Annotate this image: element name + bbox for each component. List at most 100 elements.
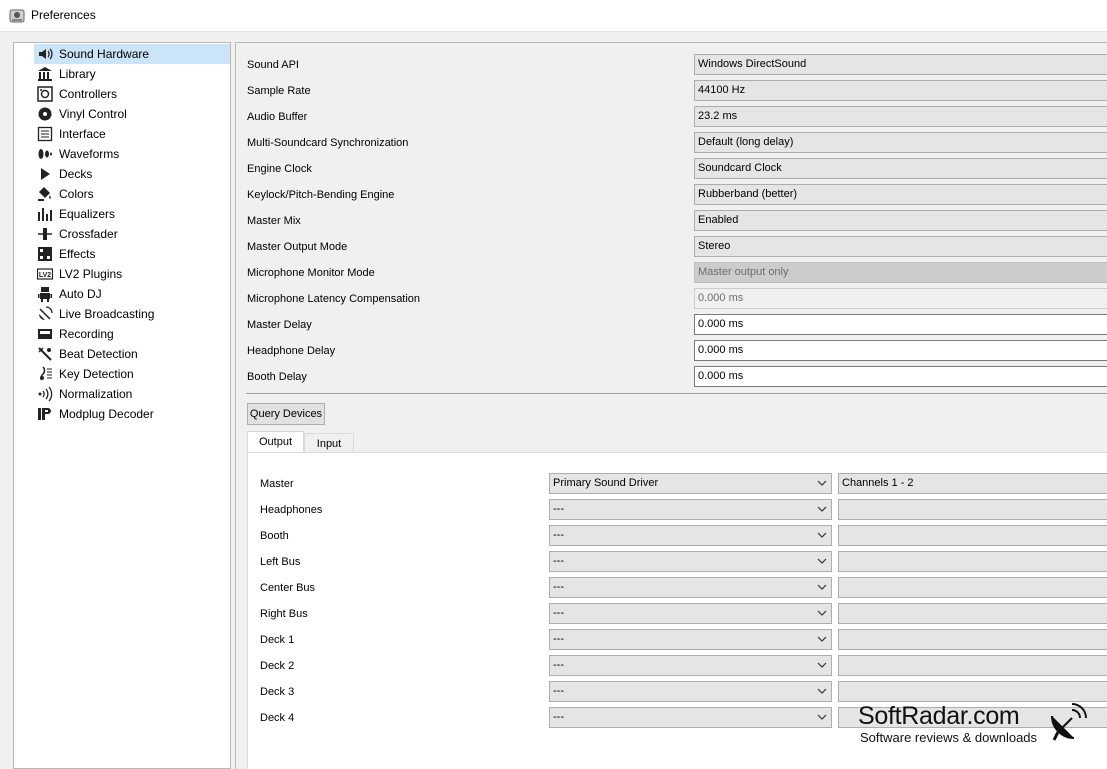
- deck-1-device-select[interactable]: ---: [549, 629, 832, 650]
- paint-bucket-icon: [37, 186, 53, 202]
- sidebar-item-recording[interactable]: Recording: [34, 324, 230, 344]
- sidebar-item-lv2-plugins[interactable]: LV2 LV2 Plugins: [34, 264, 230, 284]
- chevron-down-icon: [817, 506, 827, 512]
- keylock-engine-label: Keylock/Pitch-Bending Engine: [247, 189, 395, 201]
- deck-2-device-select[interactable]: ---: [549, 655, 832, 676]
- sync-label: Multi-Soundcard Synchronization: [247, 137, 409, 149]
- sidebar-item-crossfader[interactable]: Crossfader: [34, 224, 230, 244]
- audio-buffer-select[interactable]: 23.2 ms: [694, 106, 1107, 127]
- crossfader-icon: [37, 226, 53, 242]
- svg-text:LV2: LV2: [39, 272, 51, 279]
- app-icon: [9, 9, 25, 23]
- master-delay-label: Master Delay: [247, 319, 312, 331]
- sidebar-item-label: Live Broadcasting: [59, 307, 155, 321]
- booth-device-select[interactable]: ---: [549, 525, 832, 546]
- device-value: Primary Sound Driver: [553, 477, 659, 489]
- sidebar-item-label: Vinyl Control: [59, 107, 127, 121]
- master-delay-field[interactable]: 0.000 ms: [694, 314, 1107, 335]
- booth-channels-select[interactable]: [838, 525, 1107, 546]
- waveform-icon: [37, 146, 53, 162]
- center-bus-channels-select[interactable]: [838, 577, 1107, 598]
- beat-detection-icon: [37, 346, 53, 362]
- lv2-icon: LV2: [37, 266, 53, 282]
- engine-clock-label: Engine Clock: [247, 163, 312, 175]
- sidebar-item-waveforms[interactable]: Waveforms: [34, 144, 230, 164]
- softradar-watermark: SoftRadar.com Software reviews & downloa…: [858, 702, 1098, 752]
- headphones-device-select[interactable]: ---: [549, 499, 832, 520]
- booth-delay-field[interactable]: 0.000 ms: [694, 366, 1107, 387]
- chevron-down-icon: [817, 636, 827, 642]
- output-label-deck-1: Deck 1: [260, 634, 295, 646]
- sidebar-item-label: Normalization: [59, 387, 133, 401]
- headphones-channels-select[interactable]: [838, 499, 1107, 520]
- sidebar-item-live-broadcasting[interactable]: Live Broadcasting: [34, 304, 230, 324]
- sidebar-item-modplug-decoder[interactable]: Modplug Decoder: [34, 404, 230, 424]
- window-title: Preferences: [31, 8, 96, 22]
- left-bus-device-select[interactable]: ---: [549, 551, 832, 572]
- sidebar-item-equalizers[interactable]: Equalizers: [34, 204, 230, 224]
- headphone-delay-field[interactable]: 0.000 ms: [694, 340, 1107, 361]
- booth-delay-label: Booth Delay: [247, 371, 307, 383]
- deck-4-device-select[interactable]: ---: [549, 707, 832, 728]
- right-bus-device-select[interactable]: ---: [549, 603, 832, 624]
- master-channels-select[interactable]: Channels 1 - 2: [838, 473, 1107, 494]
- sidebar-item-label: Equalizers: [59, 207, 116, 221]
- sample-rate-select[interactable]: 44100 Hz: [694, 80, 1107, 101]
- sync-select[interactable]: Default (long delay): [694, 132, 1107, 153]
- satellite-icon: [37, 306, 53, 322]
- center-bus-device-select[interactable]: ---: [549, 577, 832, 598]
- chevron-down-icon: [817, 610, 827, 616]
- sound-hardware-page: Sound API Windows DirectSound Sample Rat…: [235, 42, 1107, 769]
- sidebar-item-label: Key Detection: [59, 367, 134, 381]
- deck-2-channels-select[interactable]: [838, 655, 1107, 676]
- equalizer-icon: [37, 206, 53, 222]
- output-label-center-bus: Center Bus: [260, 582, 316, 594]
- device-value: ---: [553, 503, 564, 515]
- sidebar-item-interface[interactable]: Interface: [34, 124, 230, 144]
- sidebar-item-library[interactable]: Library: [34, 64, 230, 84]
- sidebar-item-sound-hardware[interactable]: Sound Hardware: [34, 44, 230, 64]
- sidebar-item-colors[interactable]: Colors: [34, 184, 230, 204]
- mic-latency-label: Microphone Latency Compensation: [247, 293, 421, 305]
- sidebar-item-decks[interactable]: Decks: [34, 164, 230, 184]
- sidebar-item-normalization[interactable]: Normalization: [34, 384, 230, 404]
- chevron-down-icon: [817, 532, 827, 538]
- device-value: ---: [553, 581, 564, 593]
- master-output-mode-select[interactable]: Stereo: [694, 236, 1107, 257]
- sound-api-select[interactable]: Windows DirectSound: [694, 54, 1107, 75]
- tab-output[interactable]: Output: [247, 431, 304, 453]
- sidebar-item-label: Controllers: [59, 87, 118, 101]
- preferences-tree[interactable]: Sound Hardware Library Controllers Vinyl…: [13, 42, 231, 769]
- right-bus-channels-select[interactable]: [838, 603, 1107, 624]
- sidebar-item-controllers[interactable]: Controllers: [34, 84, 230, 104]
- master-device-select[interactable]: Primary Sound Driver: [549, 473, 832, 494]
- query-devices-button[interactable]: Query Devices: [247, 403, 325, 425]
- recording-icon: [37, 326, 53, 342]
- keylock-engine-select[interactable]: Rubberband (better): [694, 184, 1107, 205]
- sidebar-item-key-detection[interactable]: Key Detection: [34, 364, 230, 384]
- normalization-icon: [37, 386, 53, 402]
- sidebar-item-effects[interactable]: Effects: [34, 244, 230, 264]
- engine-clock-select[interactable]: Soundcard Clock: [694, 158, 1107, 179]
- device-value: ---: [553, 685, 564, 697]
- deck-1-channels-select[interactable]: [838, 629, 1107, 650]
- modplug-icon: [37, 406, 53, 422]
- left-bus-channels-select[interactable]: [838, 551, 1107, 572]
- master-mix-select[interactable]: Enabled: [694, 210, 1107, 231]
- sidebar-item-auto-dj[interactable]: Auto DJ: [34, 284, 230, 304]
- sidebar-item-vinyl-control[interactable]: Vinyl Control: [34, 104, 230, 124]
- deck-3-device-select[interactable]: ---: [549, 681, 832, 702]
- tab-input[interactable]: Input: [304, 433, 354, 454]
- speaker-icon: [37, 46, 53, 62]
- sidebar-item-label: Beat Detection: [59, 347, 138, 361]
- sidebar-item-label: Decks: [59, 167, 93, 181]
- output-label-deck-3: Deck 3: [260, 686, 295, 698]
- headphone-delay-label: Headphone Delay: [247, 345, 336, 357]
- sidebar-item-label: Interface: [59, 127, 106, 141]
- device-value: ---: [553, 633, 564, 645]
- deck-3-channels-select[interactable]: [838, 681, 1107, 702]
- sidebar-item-beat-detection[interactable]: Beat Detection: [34, 344, 230, 364]
- device-value: ---: [553, 607, 564, 619]
- chevron-down-icon: [817, 714, 827, 720]
- device-value: ---: [553, 555, 564, 567]
